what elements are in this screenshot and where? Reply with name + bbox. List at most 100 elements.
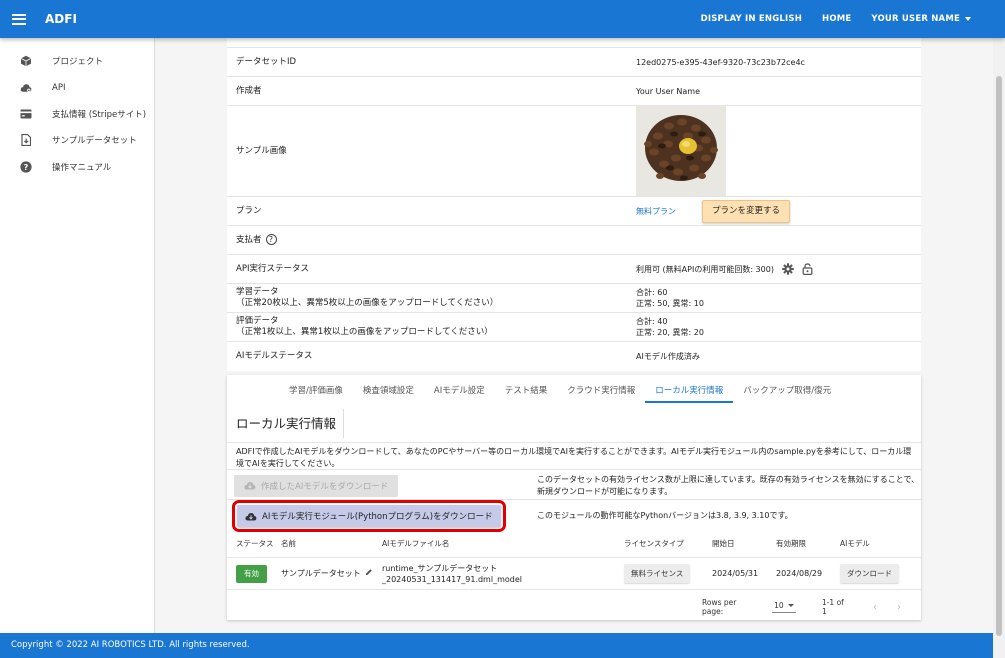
sidebar-item-billing[interactable]: 支払情報 (Stripeサイト) — [0, 101, 154, 127]
top-actions: DISPLAY IN ENGLISH HOME YOUR USER NAME — [681, 14, 971, 24]
training-split: 正常: 50, 異常: 10 — [636, 299, 704, 308]
help-icon: ? — [20, 161, 32, 173]
download-module-note: このモジュールの動作可能なPythonバージョンは3.8, 3.9, 3.10で… — [537, 511, 793, 520]
license-name: サンプルデータセット — [281, 569, 361, 578]
eval-split: 正常: 20, 異常: 20 — [636, 328, 704, 337]
sidebar-item-manual[interactable]: ? 操作マニュアル — [0, 154, 154, 180]
next-page-icon[interactable]: › — [897, 602, 901, 613]
page-scrollbar[interactable] — [993, 38, 1005, 658]
eval-total: 合計: 40 — [636, 317, 668, 326]
change-plan-button[interactable]: プランを変更する — [702, 199, 791, 223]
pagination-range: 1-1 of 1 — [821, 598, 844, 616]
sidebar-item-label: API — [52, 82, 66, 93]
start-date: 2024/05/31 — [712, 569, 759, 578]
dataset-id-value: 12ed0275-e395-43ef-9320-73c23b72ce4c — [636, 57, 805, 67]
user-menu-button[interactable]: YOUR USER NAME — [871, 14, 971, 24]
sidebar-item-label: 操作マニュアル — [52, 162, 112, 173]
table-pagination: Rows per page: 10 1-1 of 1 ‹ › — [227, 596, 921, 618]
lock-open-icon[interactable] — [802, 263, 813, 275]
dataset-id-label: データセットID — [236, 56, 297, 67]
download-model-note: このデータセットの有効ライセンス数が上限に達しています。既存の有効ライセンスを無… — [537, 474, 920, 496]
col-file-header[interactable]: AIモデルファイル名 — [382, 538, 624, 549]
download-model-file-button[interactable]: ダウンロード — [840, 564, 899, 583]
api-status-label: API実行ステータス — [236, 263, 309, 274]
sample-image-coffee-beans — [636, 106, 726, 196]
local-execution-card: 学習/評価画像 検査領域設定 AIモデル設定 テスト結果 クラウド実行情報 ロー… — [227, 375, 921, 620]
cloud-download-icon — [244, 481, 256, 490]
section-title: ローカル実行情報 — [227, 409, 344, 438]
tab-cloud-execution[interactable]: クラウド実行情報 — [557, 384, 645, 403]
detail-row-model-status: AIモデルステータス AIモデル作成済み — [227, 342, 921, 371]
sidebar-item-sample-dataset[interactable]: サンプルデータセット — [0, 127, 154, 153]
training-data-label: 学習データ — [236, 287, 279, 297]
detail-row-api-status: API実行ステータス 利用可 (無料APIの利用可能回数: 300) — [227, 255, 921, 284]
detail-row-dataset-id: データセットID 12ed0275-e395-43ef-9320-73c23b7… — [227, 48, 921, 77]
eval-data-hint: （正常1枚以上、異常1枚以上の画像をアップロードしてください） — [236, 327, 493, 337]
col-start-header[interactable]: 開始日 — [712, 538, 776, 549]
rows-per-page-label: Rows per page: — [702, 598, 737, 616]
cloud-download-icon — [245, 512, 257, 521]
sidebar-item-label: 支払情報 (Stripeサイト) — [52, 109, 147, 120]
download-module-button[interactable]: AIモデル実行モジュール(Pythonプログラム)をダウンロード — [232, 500, 506, 532]
detail-row-plan: プラン 無料プラン プランを変更する — [227, 197, 921, 226]
scrollbar-thumb[interactable] — [996, 76, 1002, 636]
payer-label: 支払者 — [236, 235, 262, 245]
sample-image-label: サンプル画像 — [236, 145, 287, 156]
prev-page-icon[interactable]: ‹ — [873, 602, 877, 613]
detail-row-training-data: 学習データ （正常20枚以上、異常5枚以上の画像をアップロードしてください） 合計… — [227, 284, 921, 313]
api-status-value: 利用可 (無料APIの利用可能回数: 300) — [636, 264, 774, 274]
plan-label: プラン — [236, 205, 262, 216]
table-row: 有効 サンプルデータセット runtime_サンプルデータセット _2024053… — [227, 558, 921, 590]
training-total: 合計: 60 — [636, 288, 668, 297]
col-license-header[interactable]: ライセンスタイプ — [624, 538, 712, 549]
sidebar-item-label: プロジェクト — [52, 57, 104, 68]
model-status-label: AIモデルステータス — [236, 351, 313, 361]
help-circle-icon[interactable]: ? — [265, 234, 277, 245]
home-button[interactable]: HOME — [822, 14, 851, 24]
training-data-hint: （正常20枚以上、異常5枚以上の画像をアップロードしてください） — [236, 298, 499, 308]
status-badge: 有効 — [236, 564, 267, 583]
edit-icon[interactable] — [365, 568, 373, 579]
sidebar-item-label: サンプルデータセット — [52, 136, 137, 147]
detail-row-sample-image: サンプル画像 — [227, 106, 921, 197]
menu-icon[interactable] — [12, 13, 26, 25]
license-type-chip: 無料ライセンス — [624, 564, 691, 583]
eval-data-label: 評価データ — [236, 316, 279, 326]
rows-per-page-value: 10 — [774, 601, 784, 610]
license-table: ステータス 名前 AIモデルファイル名 ライセンスタイプ 開始日 有効期限 AI… — [227, 530, 921, 590]
cube-icon — [20, 55, 32, 67]
tab-train-eval-images[interactable]: 学習/評価画像 — [279, 384, 353, 403]
tab-local-execution[interactable]: ローカル実行情報 — [645, 384, 734, 403]
plan-link[interactable]: 無料プラン — [636, 206, 676, 217]
creator-value: Your User Name — [636, 86, 700, 96]
file-download-icon — [20, 134, 32, 147]
tab-backup-restore[interactable]: バックアップ取得/復元 — [733, 384, 841, 403]
gear-icon[interactable] — [782, 263, 794, 275]
table-header: ステータス 名前 AIモデルファイル名 ライセンスタイプ 開始日 有効期限 AI… — [227, 530, 921, 558]
tab-inspection-area[interactable]: 検査領域設定 — [353, 384, 424, 403]
sidebar-item-project[interactable]: プロジェクト — [0, 48, 154, 74]
detail-row-creator: 作成者 Your User Name — [227, 77, 921, 106]
creator-label: 作成者 — [236, 85, 262, 96]
sidebar-item-api[interactable]: API — [0, 74, 154, 100]
dataset-details: データセットID 12ed0275-e395-43ef-9320-73c23b7… — [227, 38, 921, 371]
tab-test-results[interactable]: テスト結果 — [495, 384, 558, 403]
model-file-name-line1: runtime_サンプルデータセット — [382, 563, 498, 573]
app-title[interactable]: ADFI — [45, 12, 77, 26]
sidebar: プロジェクト API 支払情報 (Stripeサイト) サンプルデータセット ?… — [0, 38, 155, 633]
cloud-gear-icon — [20, 82, 32, 94]
footer: Copyright © 2022 AI ROBOTICS LTD. All ri… — [0, 633, 993, 658]
col-expiry-header[interactable]: 有効期限 — [776, 538, 840, 549]
col-name-header[interactable]: 名前 — [281, 538, 382, 549]
dropdown-arrow-icon — [787, 604, 794, 607]
expiry-date: 2024/08/29 — [776, 569, 823, 578]
col-model-header[interactable]: AIモデル — [840, 538, 921, 549]
rows-per-page-select[interactable]: 10 — [772, 601, 796, 613]
tab-ai-model-settings[interactable]: AIモデル設定 — [424, 384, 495, 403]
display-in-english-button[interactable]: DISPLAY IN ENGLISH — [701, 14, 802, 24]
detail-row-payer: 支払者? — [227, 226, 921, 255]
caret-down-icon — [965, 16, 971, 21]
col-status-header[interactable]: ステータス — [227, 539, 281, 549]
tab-bar: 学習/評価画像 検査領域設定 AIモデル設定 テスト結果 クラウド実行情報 ロー… — [227, 375, 921, 403]
detail-row-eval-data: 評価データ （正常1枚以上、異常1枚以上の画像をアップロードしてください） 合計:… — [227, 313, 921, 342]
